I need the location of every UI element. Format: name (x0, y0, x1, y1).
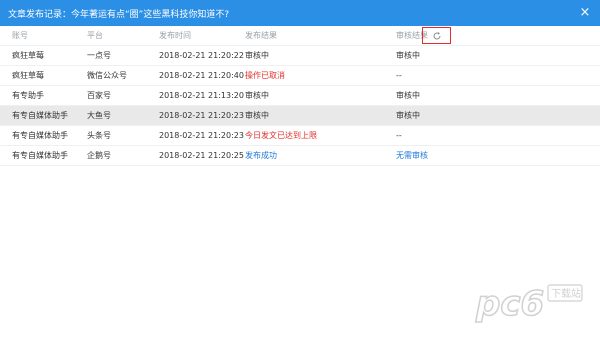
header-account: 账号 (12, 31, 28, 40)
publish-record-table: 账号 平台 发布时间 发布结果 审核结果 疯狂草莓 一点号 2018-02-21… (0, 26, 600, 166)
platform-cell: 头条号 (87, 131, 111, 140)
table-header: 账号 平台 发布时间 发布结果 审核结果 (0, 26, 600, 46)
publish-time-cell: 2018-02-21 21:20:23 (159, 131, 244, 140)
platform-cell: 一点号 (87, 51, 111, 60)
review-result-cell: -- (396, 131, 402, 140)
publish-time-cell: 2018-02-21 21:20:40 (159, 71, 244, 80)
platform-cell: 百家号 (87, 91, 111, 100)
review-result-cell: -- (396, 71, 402, 80)
account-cell: 有专自媒体助手 (12, 111, 68, 120)
table-row[interactable]: 有专自媒体助手 头条号 2018-02-21 21:20:23 今日发文已达到上… (0, 126, 600, 146)
platform-cell: 大鱼号 (87, 111, 111, 120)
publish-time-cell: 2018-02-21 21:13:20 (159, 91, 244, 100)
header-publish-result: 发布结果 (245, 31, 277, 40)
account-cell: 疯狂草莓 (12, 51, 44, 60)
account-cell: 有专自媒体助手 (12, 151, 68, 160)
review-result-cell: 审核中 (396, 91, 420, 100)
table-row[interactable]: 疯狂草莓 一点号 2018-02-21 21:20:22 审核中 审核中 (0, 46, 600, 66)
table-row[interactable]: 有专助手 百家号 2018-02-21 21:13:20 审核中 审核中 (0, 86, 600, 106)
svg-text:pc6: pc6 (475, 284, 544, 324)
account-cell: 有专助手 (12, 91, 44, 100)
publish-result-cell: 审核中 (245, 111, 269, 120)
account-cell: 疯狂草莓 (12, 71, 44, 80)
account-cell: 有专自媒体助手 (12, 131, 68, 140)
table-row[interactable]: 有专自媒体助手 企鹅号 2018-02-21 21:20:25 发布成功 无需审… (0, 146, 600, 166)
review-result-cell: 审核中 (396, 111, 420, 120)
platform-cell: 微信公众号 (87, 71, 127, 80)
publish-result-cell: 审核中 (245, 91, 269, 100)
publish-time-cell: 2018-02-21 21:20:22 (159, 51, 244, 60)
refresh-button[interactable] (422, 27, 451, 44)
publish-time-cell: 2018-02-21 21:20:25 (159, 151, 244, 160)
window-titlebar: 文章发布记录：今年著运有点“圈”这些黑科技你知道不? × (0, 0, 600, 26)
publish-time-cell: 2018-02-21 21:20:23 (159, 111, 244, 120)
header-publish-time: 发布时间 (159, 31, 191, 40)
platform-cell: 企鹅号 (87, 151, 111, 160)
close-icon[interactable]: × (578, 6, 592, 20)
pc6-watermark-logo: pc6 下载站 (474, 277, 584, 329)
table-row[interactable]: 疯狂草莓 微信公众号 2018-02-21 21:20:40 操作已取消 -- (0, 66, 600, 86)
publish-result-cell: 操作已取消 (245, 71, 285, 80)
window-title: 文章发布记录：今年著运有点“圈”这些黑科技你知道不? (8, 9, 230, 20)
review-result-cell[interactable]: 无需审核 (396, 146, 428, 165)
review-result-cell: 审核中 (396, 51, 420, 60)
publish-result-cell: 发布成功 (245, 151, 277, 160)
header-platform: 平台 (87, 31, 103, 40)
table-row[interactable]: 有专自媒体助手 大鱼号 2018-02-21 21:20:23 审核中 审核中 (0, 106, 600, 126)
publish-result-cell: 今日发文已达到上限 (245, 131, 317, 140)
publish-result-cell: 审核中 (245, 51, 269, 60)
svg-text:下载站: 下载站 (551, 287, 581, 300)
refresh-icon (433, 31, 440, 39)
